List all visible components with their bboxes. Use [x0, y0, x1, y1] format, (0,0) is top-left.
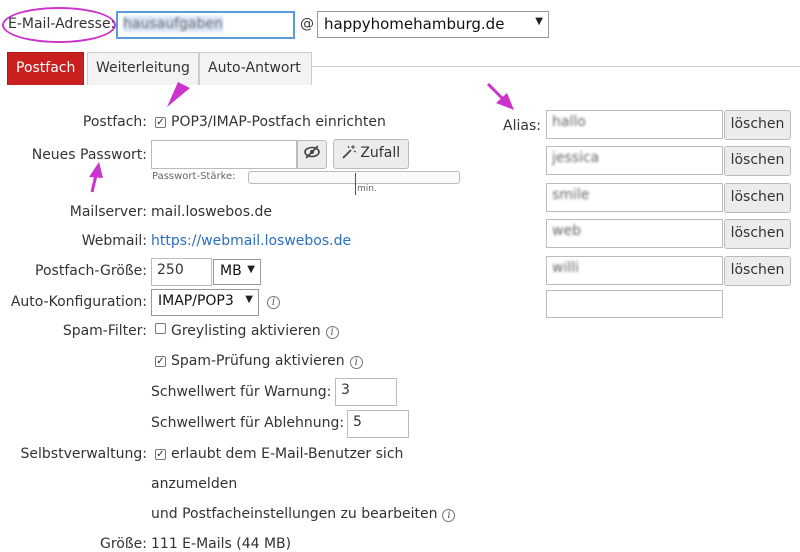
annotation-arrowhead-password	[89, 162, 103, 178]
annotation-arrow-alias-shaft	[486, 82, 506, 102]
annotation-arrow-password-shaft	[90, 174, 98, 193]
annotation-arrow-tab	[89, 82, 514, 193]
annotation-arrowhead-tab	[167, 82, 190, 107]
